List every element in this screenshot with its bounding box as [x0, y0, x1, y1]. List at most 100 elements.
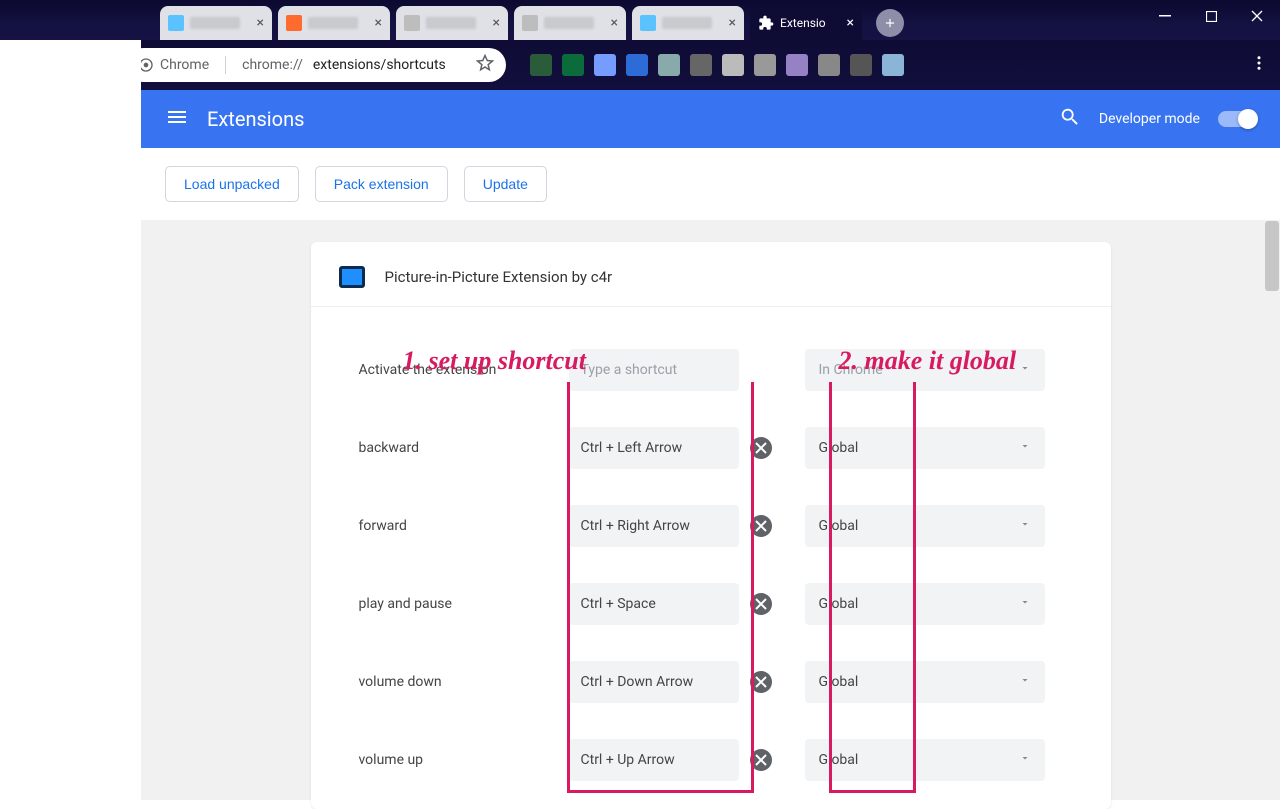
tab-title-blurred: [662, 17, 712, 29]
browser-tab-active[interactable]: Extensio ×: [750, 6, 862, 40]
scope-select[interactable]: Global: [805, 661, 1045, 703]
ext-icon[interactable]: [754, 54, 776, 76]
annotation-line: [567, 382, 570, 792]
ext-icon[interactable]: [530, 54, 552, 76]
pack-extension-button[interactable]: Pack extension: [315, 166, 448, 202]
shortcut-label: forward: [359, 518, 569, 534]
maximize-button[interactable]: [1188, 0, 1234, 32]
annotation-1: 1. set up shortcut: [403, 346, 587, 376]
ext-icon[interactable]: [818, 54, 840, 76]
tab-title-blurred: [190, 17, 240, 29]
chevron-down-icon: [1019, 674, 1031, 690]
bookmark-star-icon[interactable]: [476, 54, 494, 76]
dev-mode-toggle[interactable]: [1218, 111, 1256, 127]
shortcut-label: backward: [359, 440, 569, 456]
close-icon[interactable]: ×: [847, 15, 854, 31]
tab-title: Extensio: [780, 16, 826, 30]
ext-icon[interactable]: [562, 54, 584, 76]
browser-tab[interactable]: ×: [514, 6, 626, 40]
action-row: Load unpacked Pack extension Update: [141, 148, 1280, 220]
ext-icon[interactable]: [882, 54, 904, 76]
clear-cell: [739, 593, 783, 615]
tab-title-blurred: [544, 17, 594, 29]
close-icon[interactable]: ×: [611, 15, 618, 31]
window-titlebar: × × × × × Extensio ×: [0, 0, 1280, 40]
extension-name: Picture-in-Picture Extension by c4r: [385, 268, 613, 286]
search-icon[interactable]: [1059, 106, 1081, 132]
menu-icon[interactable]: [165, 105, 189, 134]
site-chip-label: Chrome: [160, 57, 209, 73]
favicon-icon: [286, 15, 302, 31]
chevron-down-icon: [1019, 362, 1031, 378]
divider: [225, 56, 226, 74]
shortcut-input[interactable]: Ctrl + Right Arrow: [569, 505, 739, 547]
annotation-line: [567, 790, 754, 793]
ext-icon[interactable]: [594, 54, 616, 76]
favicon-icon: [640, 15, 656, 31]
close-icon[interactable]: ×: [729, 15, 736, 31]
scrollbar[interactable]: [1264, 220, 1280, 800]
shortcuts-card: Picture-in-Picture Extension by c4r Acti…: [311, 242, 1111, 809]
scope-value: Global: [819, 596, 859, 612]
clear-cell: [739, 749, 783, 771]
favicon-icon: [522, 15, 538, 31]
minimize-button[interactable]: [1142, 0, 1188, 32]
scope-value: Global: [819, 440, 859, 456]
shortcut-label: play and pause: [359, 596, 569, 612]
address-bar[interactable]: Chrome chrome://extensions/shortcuts: [126, 48, 506, 82]
overflow-menu-icon[interactable]: [1250, 54, 1268, 76]
shortcut-input[interactable]: Ctrl + Left Arrow: [569, 427, 739, 469]
new-tab-button[interactable]: [876, 9, 904, 37]
scope-select[interactable]: Global: [805, 583, 1045, 625]
toolbar: Chrome chrome://extensions/shortcuts: [0, 40, 1280, 90]
annotation-line: [751, 382, 754, 792]
page-title: Extensions: [207, 107, 304, 131]
ext-icon[interactable]: [786, 54, 808, 76]
shortcut-label: volume up: [359, 752, 569, 768]
update-button[interactable]: Update: [464, 166, 547, 202]
chevron-down-icon: [1019, 752, 1031, 768]
scope-select[interactable]: Global: [805, 505, 1045, 547]
shortcut-input[interactable]: Ctrl + Space: [569, 583, 739, 625]
chevron-down-icon: [1019, 440, 1031, 456]
url-path: extensions/shortcuts: [313, 57, 446, 73]
tab-title-blurred: [426, 17, 476, 29]
extensions-header: Extensions Developer mode: [141, 90, 1280, 148]
ext-icon[interactable]: [850, 54, 872, 76]
annotation-line: [829, 382, 832, 792]
scope-select[interactable]: Global: [805, 739, 1045, 781]
shortcut-input[interactable]: Ctrl + Down Arrow: [569, 661, 739, 703]
extension-icon: [758, 15, 774, 31]
ext-icon[interactable]: [626, 54, 648, 76]
browser-tab[interactable]: ×: [160, 6, 272, 40]
scope-select[interactable]: Global: [805, 427, 1045, 469]
browser-tab[interactable]: ×: [396, 6, 508, 40]
close-icon[interactable]: ×: [493, 15, 500, 31]
shortcut-row: forwardCtrl + Right Arrow Global: [359, 487, 1063, 565]
browser-tab[interactable]: ×: [632, 6, 744, 40]
close-icon[interactable]: ×: [375, 15, 382, 31]
extension-icons: [530, 54, 904, 76]
ext-icon[interactable]: [722, 54, 744, 76]
shortcut-row: volume upCtrl + Up Arrow Global: [359, 721, 1063, 799]
scope-value: Global: [819, 518, 859, 534]
close-icon[interactable]: ×: [257, 15, 264, 31]
scope-value: Global: [819, 674, 859, 690]
content-area: Picture-in-Picture Extension by c4r Acti…: [141, 220, 1280, 800]
annotation-2: 2. make it global: [839, 346, 1017, 376]
scroll-thumb[interactable]: [1265, 221, 1279, 291]
shortcut-row: play and pauseCtrl + Space Global: [359, 565, 1063, 643]
shortcut-label: volume down: [359, 674, 569, 690]
ext-icon[interactable]: [690, 54, 712, 76]
favicon-icon: [404, 15, 420, 31]
clear-cell: [739, 671, 783, 693]
ext-icon[interactable]: [658, 54, 680, 76]
site-chip: Chrome: [138, 57, 209, 73]
shortcut-input[interactable]: Ctrl + Up Arrow: [569, 739, 739, 781]
window-close-button[interactable]: [1234, 0, 1280, 32]
load-unpacked-button[interactable]: Load unpacked: [165, 166, 299, 202]
shortcut-input[interactable]: Type a shortcut: [569, 349, 739, 391]
shortcut-row: volume downCtrl + Down Arrow Global: [359, 643, 1063, 721]
chevron-down-icon: [1019, 518, 1031, 534]
browser-tab[interactable]: ×: [278, 6, 390, 40]
